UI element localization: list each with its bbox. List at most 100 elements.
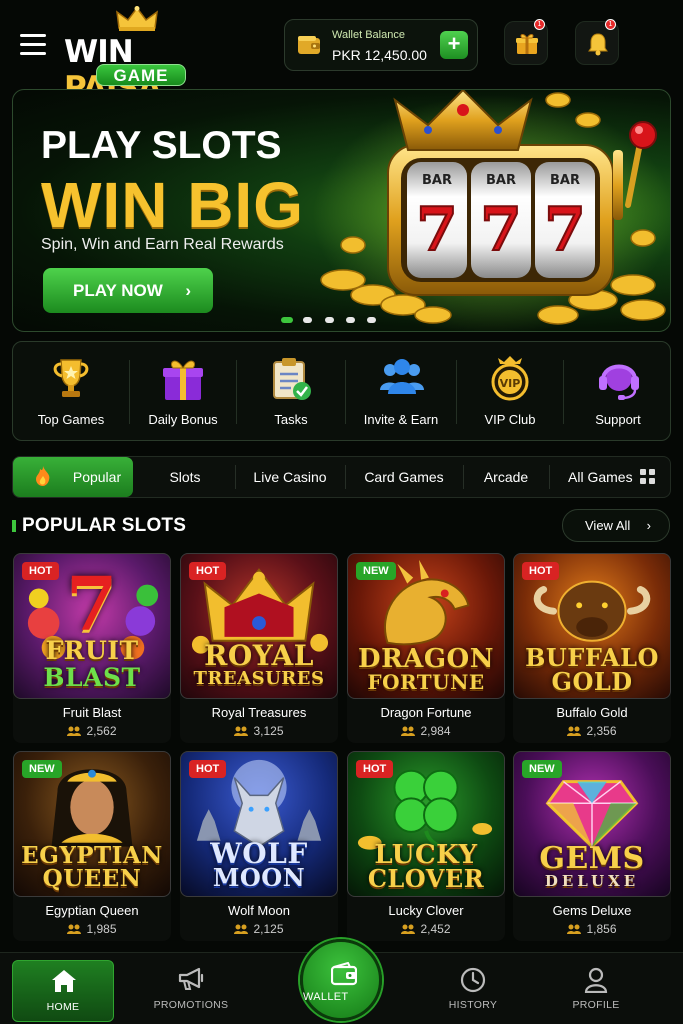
user-icon [584, 967, 608, 993]
reel-2-symbol: 7 [480, 195, 522, 265]
players-icon [67, 726, 82, 736]
game-thumbnail: LUCKY CLOVER HOT [347, 751, 505, 897]
tab-label: Slots [169, 469, 201, 485]
app-header: WIN PAISA GAME Wallet Balance PKR 12,450… [0, 0, 683, 106]
new-badge: NEW [522, 760, 562, 778]
add-funds-button[interactable]: + [440, 31, 468, 59]
game-card-egyptian-queen[interactable]: EGYPTIAN QUEEN NEW Egyptian Queen 1,985 [13, 751, 171, 941]
nav-label: PROFILE [572, 999, 620, 1011]
new-badge: NEW [22, 760, 62, 778]
wallet-balance-widget[interactable]: Wallet Balance PKR 12,450.00 + [284, 19, 478, 71]
hot-badge: HOT [22, 562, 60, 580]
tab-arcade[interactable]: Arcade [464, 457, 548, 497]
tab-slots[interactable]: Slots [135, 457, 235, 497]
player-count-value: 2,984 [420, 724, 451, 738]
chevron-right-icon: › [646, 518, 651, 533]
player-count: 2,125 [180, 922, 338, 936]
tab-popular[interactable]: Popular [13, 457, 133, 497]
wallet-balance-label: Wallet Balance [332, 29, 405, 41]
carousel-dot[interactable] [303, 317, 312, 323]
quick-link-daily-bonus[interactable]: Daily Bonus [130, 342, 236, 442]
hot-badge: HOT [189, 562, 227, 580]
quick-link-label: Invite & Earn [363, 412, 439, 427]
hot-badge: HOT [522, 562, 560, 580]
tab-live-casino[interactable]: Live Casino [236, 457, 344, 497]
player-count-value: 2,452 [420, 922, 451, 936]
clipboard-check-icon [273, 358, 311, 400]
nav-history[interactable]: HISTORY [422, 953, 524, 1024]
game-thumbnail: BUFFALO GOLD HOT [513, 553, 671, 699]
nav-promotions[interactable]: PROMOTIONS [140, 953, 242, 1024]
game-card-lucky-clover[interactable]: LUCKY CLOVER HOT Lucky Clover 2,452 [347, 751, 505, 941]
game-card-fruit-blast[interactable]: 7 FRUIT BLAST HOT Fruit Blast 2,562 [13, 553, 171, 743]
play-now-button[interactable]: PLAY NOW › [43, 268, 213, 313]
quick-link-top-games[interactable]: Top Games [13, 342, 129, 442]
quick-link-invite-earn[interactable]: Invite & Earn [346, 342, 456, 442]
game-thumbnail: WOLF MOON HOT [180, 751, 338, 897]
tab-label: All Games [568, 469, 633, 485]
game-name: Gems Deluxe [552, 903, 632, 918]
banner-subtitle: Spin, Win and Earn Real Rewards [41, 236, 284, 253]
game-name: Dragon Fortune [380, 705, 472, 720]
game-card-dragon-fortune[interactable]: DRAGON FORTUNE NEW Dragon Fortune 2,984 [347, 553, 505, 743]
view-all-button[interactable]: View All › [562, 509, 670, 542]
section-accent [12, 520, 16, 532]
quick-link-tasks[interactable]: Tasks [237, 342, 345, 442]
game-card-gems-deluxe[interactable]: GEMS DELUXE NEW Gems Deluxe 1,856 [513, 751, 671, 941]
carousel-dot[interactable] [367, 317, 376, 323]
nav-wallet[interactable]: WALLET [300, 939, 382, 1021]
nav-profile[interactable]: PROFILE [545, 953, 647, 1024]
player-count-value: 1,985 [86, 922, 117, 936]
players-icon [567, 924, 582, 934]
grid-icon [640, 469, 656, 485]
reel-3-symbol: 7 [544, 195, 586, 265]
reel-2-bar-label: BAR [486, 173, 516, 188]
carousel-dot[interactable] [281, 317, 293, 323]
tab-label: Card Games [364, 469, 444, 485]
player-count: 2,562 [13, 724, 171, 738]
game-card-royal-treasures[interactable]: ROYAL TREASURES HOT Royal Treasures 3,12… [180, 553, 338, 743]
game-art-title-line1: GEMS [539, 841, 645, 876]
hot-badge: HOT [189, 760, 227, 778]
quick-link-support[interactable]: Support [564, 342, 672, 442]
game-name: Wolf Moon [228, 903, 290, 918]
notifications-button[interactable]: 1 [575, 19, 619, 65]
player-count: 1,985 [13, 922, 171, 936]
player-count: 2,452 [347, 922, 505, 936]
gift-button[interactable]: 1 [504, 19, 548, 65]
banner-title-line2: WIN BIG [41, 169, 304, 241]
game-name: Buffalo Gold [556, 705, 628, 720]
wallet-balance-amount: PKR 12,450.00 [332, 47, 427, 63]
gift-icon [516, 34, 538, 54]
tab-card-games[interactable]: Card Games [346, 457, 462, 497]
players-icon [234, 726, 249, 736]
gift-box-icon [163, 360, 203, 400]
quick-link-label: VIP Club [484, 412, 536, 427]
game-card-wolf-moon[interactable]: WOLF MOON HOT Wolf Moon 2,125 [180, 751, 338, 941]
quick-link-label: Support [595, 412, 641, 427]
game-art-title-line1: ROYAL [204, 639, 314, 672]
quick-links-bar: Top Games Daily Bonus Tasks Invite & Ear… [12, 341, 671, 441]
quick-link-label: Top Games [37, 412, 105, 427]
game-card-buffalo-gold[interactable]: BUFFALO GOLD HOT Buffalo Gold 2,356 [513, 553, 671, 743]
game-art-title-line2: CLOVER [367, 864, 485, 893]
players-icon [401, 924, 416, 934]
promo-banner[interactable]: BAR BAR BAR 7 7 7 PLAY SLOTS WIN BIG Spi… [12, 89, 671, 332]
gift-notification-badge: 1 [534, 19, 545, 30]
headset-icon [599, 364, 639, 400]
nav-home[interactable]: HOME [12, 960, 114, 1022]
section-title: POPULAR SLOTS [22, 515, 187, 536]
menu-icon[interactable] [20, 34, 46, 56]
players-icon [67, 924, 82, 934]
reel-3-bar-label: BAR [550, 173, 580, 188]
hot-badge: HOT [356, 760, 394, 778]
users-icon [380, 359, 424, 394]
quick-link-vip-club[interactable]: VIP VIP Club [457, 342, 563, 442]
carousel-dot[interactable] [325, 317, 334, 323]
carousel-dot[interactable] [346, 317, 355, 323]
app-logo[interactable]: WIN PAISA GAME [64, 6, 220, 106]
player-count-value: 2,356 [586, 724, 617, 738]
megaphone-icon [178, 967, 204, 990]
banner-title-line1: PLAY SLOTS [41, 124, 282, 167]
game-art-title-line2: DELUXE [544, 872, 640, 890]
